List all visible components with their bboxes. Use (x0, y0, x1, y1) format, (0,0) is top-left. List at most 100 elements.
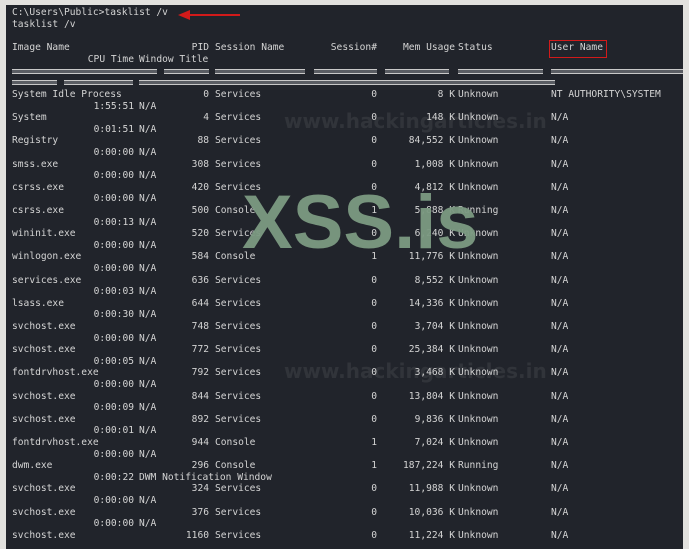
process-image-name: csrss.exe (12, 205, 64, 216)
process-window-title: N/A (139, 518, 157, 530)
header-image-name: Image Name (12, 42, 70, 53)
process-user-name: N/A (551, 506, 569, 518)
process-window-title: N/A (139, 123, 157, 135)
process-session-number: 0 (371, 344, 377, 356)
process-user-name: N/A (551, 437, 569, 448)
process-cpu-time: 0:00:00 (93, 147, 134, 158)
separator (458, 69, 543, 74)
process-cpu-time: 0:00:00 (93, 263, 134, 274)
separator (164, 69, 209, 74)
header-status: Status (458, 42, 493, 53)
watermark-xss: XSS.is (242, 180, 479, 265)
process-mem-usage: 10,036 K (408, 506, 455, 518)
process-session-name: Services (215, 413, 262, 425)
process-session-number: 0 (371, 89, 377, 100)
process-pid: 376 (191, 506, 209, 518)
process-session-name: Console (215, 437, 256, 448)
process-user-name: N/A (551, 205, 569, 216)
process-mem-usage: 84,552 K (408, 135, 455, 147)
process-cpu-time: 1:55:51 (93, 100, 134, 112)
process-session-number: 0 (371, 367, 377, 379)
process-cpu-time: 0:00:13 (93, 216, 134, 228)
process-window-title: N/A (139, 355, 157, 367)
process-user-name: N/A (551, 135, 569, 147)
process-cpu-time: 0:00:30 (93, 309, 134, 321)
process-mem-usage: 3,468 K (414, 367, 455, 379)
process-image-name: smss.exe (12, 158, 59, 170)
echo-line: tasklist /v (12, 19, 76, 30)
process-window-title: N/A (139, 425, 157, 437)
process-user-name: N/A (551, 321, 569, 332)
process-session-number: 0 (371, 112, 377, 124)
process-window-title: N/A (139, 379, 157, 390)
process-session-number: 0 (371, 506, 377, 518)
process-user-name: N/A (551, 529, 569, 541)
separator (12, 80, 57, 85)
process-window-title: N/A (139, 170, 157, 182)
process-user-name: N/A (551, 344, 569, 356)
process-image-name: svchost.exe (12, 506, 76, 518)
separator (12, 69, 157, 74)
process-status: Unknown (458, 390, 499, 402)
process-user-name: N/A (551, 390, 569, 402)
process-mem-usage: 14,336 K (408, 297, 455, 309)
process-window-title: N/A (139, 193, 157, 205)
process-image-name: csrss.exe (12, 181, 64, 193)
process-user-name: NT AUTHORITY\SYSTEM (551, 89, 661, 100)
process-user-name: N/A (551, 112, 569, 124)
process-mem-usage: 11,988 K (408, 483, 455, 495)
process-status: Unknown (458, 274, 499, 286)
process-image-name: winlogon.exe (12, 251, 82, 263)
process-user-name: N/A (551, 228, 569, 240)
process-pid: 88 (197, 135, 209, 147)
process-cpu-time: 0:00:01 (93, 425, 134, 437)
header-cpu-time: CPU Time (87, 54, 134, 65)
process-window-title: N/A (139, 239, 157, 251)
process-pid: 500 (191, 205, 209, 216)
process-session-name: Services (215, 321, 262, 332)
separator (215, 69, 305, 74)
header-mem-usage: Mem Usage (403, 42, 455, 53)
process-status: Unknown (458, 135, 499, 147)
process-session-name: Services (215, 390, 262, 402)
process-cpu-time: 0:00:00 (93, 448, 134, 460)
process-session-number: 0 (371, 158, 377, 170)
process-status: Unknown (458, 321, 499, 332)
process-image-name: wininit.exe (12, 228, 76, 240)
process-image-name: svchost.exe (12, 390, 76, 402)
process-pid: 748 (191, 321, 209, 332)
process-mem-usage: 25,384 K (408, 344, 455, 356)
process-session-name: Services (215, 135, 262, 147)
process-pid: 636 (191, 274, 209, 286)
process-image-name: dwm.exe (12, 460, 53, 472)
process-cpu-time: 0:01:51 (93, 123, 134, 135)
process-session-number: 0 (371, 321, 377, 332)
process-pid: 772 (191, 344, 209, 356)
process-status: Unknown (458, 297, 499, 309)
process-pid: 844 (191, 390, 209, 402)
header-session-number: Session# (330, 42, 377, 53)
process-status: Unknown (458, 158, 499, 170)
terminal-window[interactable]: www.hackingarticles.in www.hackingarticl… (6, 5, 683, 549)
header-pid: PID (191, 42, 209, 53)
process-window-title: N/A (139, 263, 157, 274)
process-pid: 520 (191, 228, 209, 240)
process-session-name: Services (215, 297, 262, 309)
separator (139, 80, 555, 85)
process-image-name: fontdrvhost.exe (12, 367, 99, 379)
process-pid: 324 (191, 483, 209, 495)
process-session-name: Services (215, 506, 262, 518)
process-pid: 584 (191, 251, 209, 263)
process-session-number: 0 (371, 413, 377, 425)
process-cpu-time: 0:00:22 (93, 471, 134, 483)
process-user-name: N/A (551, 181, 569, 193)
process-session-number: 0 (371, 529, 377, 541)
process-cpu-time: 0:00:09 (93, 402, 134, 414)
process-pid: 420 (191, 181, 209, 193)
process-status: Unknown (458, 437, 499, 448)
process-session-name: Services (215, 367, 262, 379)
process-image-name: System Idle Process (12, 89, 122, 100)
process-user-name: N/A (551, 413, 569, 425)
process-pid: 4 (203, 112, 209, 124)
process-image-name: svchost.exe (12, 321, 76, 332)
